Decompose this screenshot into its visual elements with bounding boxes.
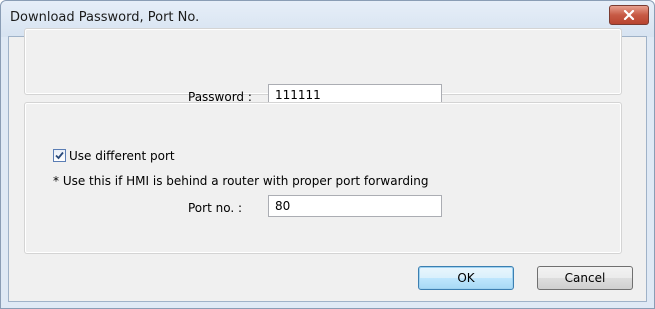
use-different-port-checkbox[interactable] <box>53 149 66 162</box>
port-label: Port no. : <box>188 201 243 215</box>
port-forwarding-note: * Use this if HMI is behind a router wit… <box>53 174 429 188</box>
close-button[interactable] <box>609 5 649 25</box>
use-different-port-label[interactable]: Use different port <box>69 149 175 163</box>
close-icon <box>623 10 635 20</box>
window-title: Download Password, Port No. <box>10 10 200 25</box>
cancel-button[interactable]: Cancel <box>537 266 633 290</box>
port-input[interactable]: 80 <box>268 195 442 217</box>
ok-button[interactable]: OK <box>418 266 514 290</box>
